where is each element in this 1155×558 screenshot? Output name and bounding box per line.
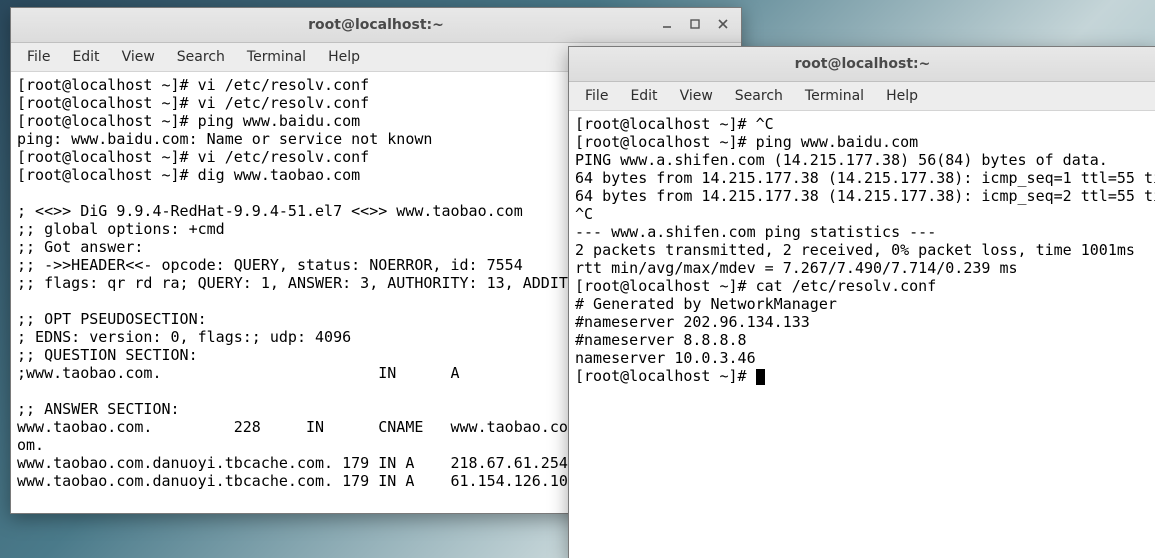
menu-edit[interactable]: Edit	[620, 85, 667, 107]
maximize-button[interactable]	[683, 12, 707, 36]
terminal-lines: [root@localhost ~]# ^C [root@localhost ~…	[575, 115, 1155, 385]
maximize-icon	[689, 18, 701, 30]
menu-file[interactable]: File	[575, 85, 618, 107]
titlebar[interactable]: root@localhost:~	[11, 8, 741, 43]
menu-terminal[interactable]: Terminal	[237, 46, 316, 68]
menu-terminal[interactable]: Terminal	[795, 85, 874, 107]
menu-edit[interactable]: Edit	[62, 46, 109, 68]
menu-view[interactable]: View	[670, 85, 723, 107]
window-controls	[655, 12, 735, 36]
window-title: root@localhost:~	[569, 56, 1155, 72]
minimize-button[interactable]	[655, 12, 679, 36]
titlebar[interactable]: root@localhost:~	[569, 47, 1155, 82]
menu-view[interactable]: View	[112, 46, 165, 68]
terminal-window-2: root@localhost:~ File Edit View Search T…	[568, 46, 1155, 558]
close-icon	[717, 18, 729, 30]
cursor	[756, 369, 765, 385]
menu-file[interactable]: File	[17, 46, 60, 68]
terminal-output[interactable]: [root@localhost ~]# ^C [root@localhost ~…	[569, 111, 1155, 558]
minimize-icon	[661, 18, 673, 30]
menu-search[interactable]: Search	[167, 46, 235, 68]
menu-search[interactable]: Search	[725, 85, 793, 107]
menu-help[interactable]: Help	[876, 85, 928, 107]
close-button[interactable]	[711, 12, 735, 36]
menubar: File Edit View Search Terminal Help	[569, 82, 1155, 111]
window-title: root@localhost:~	[11, 17, 741, 33]
menu-help[interactable]: Help	[318, 46, 370, 68]
